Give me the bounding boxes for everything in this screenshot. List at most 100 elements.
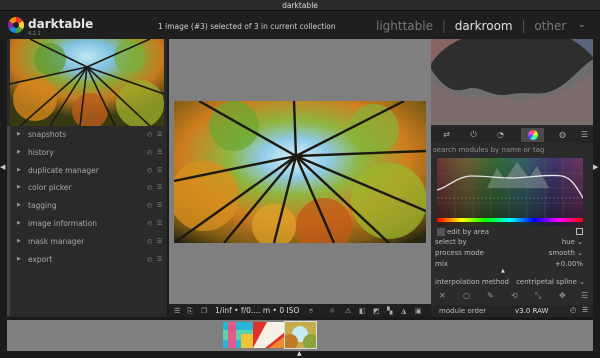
reset-icon[interactable]: ◴ <box>147 251 152 269</box>
expand-icon[interactable]: ▶ <box>17 144 21 162</box>
module-snapshots[interactable]: ▶ snapshots ◴ ☰ <box>11 126 167 144</box>
histogram[interactable] <box>431 39 593 125</box>
expand-icon[interactable]: ▶ <box>17 179 21 197</box>
presets-icon[interactable]: ☰ <box>582 306 588 314</box>
param-value: smooth ⌄ <box>548 249 583 257</box>
expand-icon[interactable]: ▶ <box>17 197 21 215</box>
navigation-thumbnail[interactable] <box>10 39 164 126</box>
raw-overexposed-icon[interactable]: ▣ <box>415 307 422 315</box>
tab-presets-menu-icon[interactable]: ☰ <box>573 128 596 142</box>
picker-toggle[interactable] <box>576 228 583 235</box>
param-select-by[interactable]: select by hue ⌄ <box>435 237 583 248</box>
presets-icon[interactable]: ☰ <box>157 251 162 269</box>
focus-peaking-icon[interactable]: ⌾ <box>309 307 313 316</box>
view-darkroom[interactable]: darkroom <box>455 19 513 33</box>
current-image-marker-icon: ▲ <box>297 350 302 357</box>
param-value: hue ⌄ <box>561 238 583 246</box>
guides-icon[interactable]: ▚ <box>387 307 392 315</box>
bottom-toolbar: ☰ ⎘ ❐ ⌾ ☼ ⚠ ◧ ◩ ▚ ◮ ▣ <box>169 304 431 318</box>
param-mix-slider[interactable]: mix +0.00% <box>435 259 583 270</box>
tab-color-icon[interactable] <box>521 128 544 142</box>
view-other[interactable]: other <box>534 19 566 33</box>
module-search-input[interactable]: search modules by name or tag <box>433 146 591 155</box>
filmstrip-thumb-1[interactable] <box>223 322 253 348</box>
expand-icon[interactable]: ▶ <box>17 251 21 269</box>
main-image[interactable] <box>174 101 426 243</box>
duplicate-icon[interactable]: ❐ <box>201 307 207 315</box>
presets-icon[interactable]: ☰ <box>157 144 162 162</box>
collapse-right-icon[interactable]: ▶ <box>593 163 598 171</box>
collapse-left-icon[interactable]: ◀ <box>0 163 5 171</box>
view-separator: | <box>521 19 526 33</box>
circle-icon[interactable]: ○ <box>463 291 470 300</box>
presets-icon[interactable]: ☰ <box>157 233 162 251</box>
right-panel-toggle[interactable]: ▶ <box>593 39 600 317</box>
left-scrollbar[interactable] <box>7 126 10 316</box>
menu-icon[interactable]: ☰ <box>174 307 180 315</box>
gamut-icon[interactable]: ◩ <box>373 307 380 315</box>
tab-effects-icon[interactable]: ◍ <box>551 128 574 142</box>
param-label: select by <box>435 238 467 246</box>
module-duplicate-manager[interactable]: ▶ duplicate manager ◴ ☰ <box>11 162 167 180</box>
expand-icon[interactable]: ▶ <box>17 162 21 180</box>
filmstrip-thumb-2[interactable] <box>253 322 285 348</box>
brush-add-icon[interactable]: ✥ <box>559 291 566 300</box>
brush-icon[interactable]: ✎ <box>487 291 494 300</box>
warning-icon[interactable]: ⚠ <box>345 307 351 315</box>
left-panel-toggle[interactable]: ◀ <box>0 39 7 317</box>
chevron-down-icon[interactable]: ⌄ <box>578 20 586 30</box>
module-tagging[interactable]: ▶ tagging ◴ ☰ <box>11 197 167 215</box>
tab-base-icon[interactable]: ◔ <box>489 128 512 142</box>
softproof-icon[interactable]: ◧ <box>359 307 366 315</box>
reset-icon[interactable]: ◴ <box>147 126 152 144</box>
presets-icon[interactable]: ☰ <box>157 126 162 144</box>
module-order-label: module order <box>439 307 487 315</box>
module-label: snapshots <box>28 130 67 139</box>
edit-by-area-checkbox[interactable] <box>437 228 445 236</box>
module-export[interactable]: ▶ export ◴ ☰ <box>11 251 167 269</box>
hue-gradient-bar <box>437 218 583 222</box>
reset-icon[interactable]: ◴ <box>147 144 152 162</box>
view-separator: | <box>441 19 446 33</box>
gradient-icon[interactable]: ⤡ <box>535 291 541 301</box>
close-icon[interactable]: ✕ <box>439 291 446 300</box>
left-module-list: ▶ snapshots ◴ ☰ ▶ history ◴ ☰ ▶ duplicat… <box>11 126 167 268</box>
expand-icon[interactable]: ▶ <box>17 215 21 233</box>
bulb-icon[interactable]: ☼ <box>329 307 335 315</box>
reset-icon[interactable]: ◴ <box>147 197 152 215</box>
expand-icon[interactable]: ▶ <box>17 233 21 251</box>
tab-active-modules-icon[interactable]: ⏻ <box>462 128 485 142</box>
presets-icon[interactable]: ☰ <box>157 179 162 197</box>
path-icon[interactable]: ⟲ <box>511 291 518 300</box>
selection-info: 1 image (#3) selected of 3 in current co… <box>158 22 336 31</box>
module-color-picker[interactable]: ▶ color picker ◴ ☰ <box>11 179 167 197</box>
reset-icon[interactable]: ◴ <box>147 233 152 251</box>
view-switcher: lighttable | darkroom | other <box>376 19 571 33</box>
expand-icon[interactable]: ▶ <box>17 126 21 144</box>
reset-icon[interactable]: ◴ <box>570 306 576 314</box>
list-icon[interactable]: ☰ <box>581 291 588 300</box>
filmstrip-thumb-3-selected[interactable] <box>284 321 317 349</box>
module-label: color picker <box>28 183 72 193</box>
darktable-logo-icon <box>8 17 24 33</box>
overexposure-icon[interactable]: ◮ <box>401 307 406 315</box>
reset-icon[interactable]: ◴ <box>147 179 152 197</box>
view-lighttable[interactable]: lighttable <box>376 19 433 33</box>
module-order-bar[interactable]: module order v3.0 RAW ◴ ☰ <box>431 305 593 317</box>
module-mask-manager[interactable]: ▶ mask manager ◴ ☰ <box>11 233 167 251</box>
param-value: centripetal spline ⌄ <box>516 278 585 286</box>
window-title: darktable <box>0 0 600 11</box>
slider-marker-icon[interactable]: ▲ <box>501 268 505 274</box>
color-zones-curve[interactable] <box>437 158 583 226</box>
reset-icon[interactable]: ◴ <box>147 215 152 233</box>
module-image-information[interactable]: ▶ image information ◴ ☰ <box>11 215 167 233</box>
param-process-mode[interactable]: process mode smooth ⌄ <box>435 248 583 259</box>
presets-icon[interactable]: ☰ <box>157 215 162 233</box>
tab-quick-access-icon[interactable]: ⇄ <box>435 128 458 142</box>
param-interpolation-method[interactable]: interpolation method centripetal spline … <box>435 277 585 288</box>
module-history[interactable]: ▶ history ◴ ☰ <box>11 144 167 162</box>
reset-icon[interactable]: ◴ <box>147 162 152 180</box>
styles-icon[interactable]: ⎘ <box>187 307 193 316</box>
presets-icon[interactable]: ☰ <box>157 162 162 180</box>
presets-icon[interactable]: ☰ <box>157 197 162 215</box>
